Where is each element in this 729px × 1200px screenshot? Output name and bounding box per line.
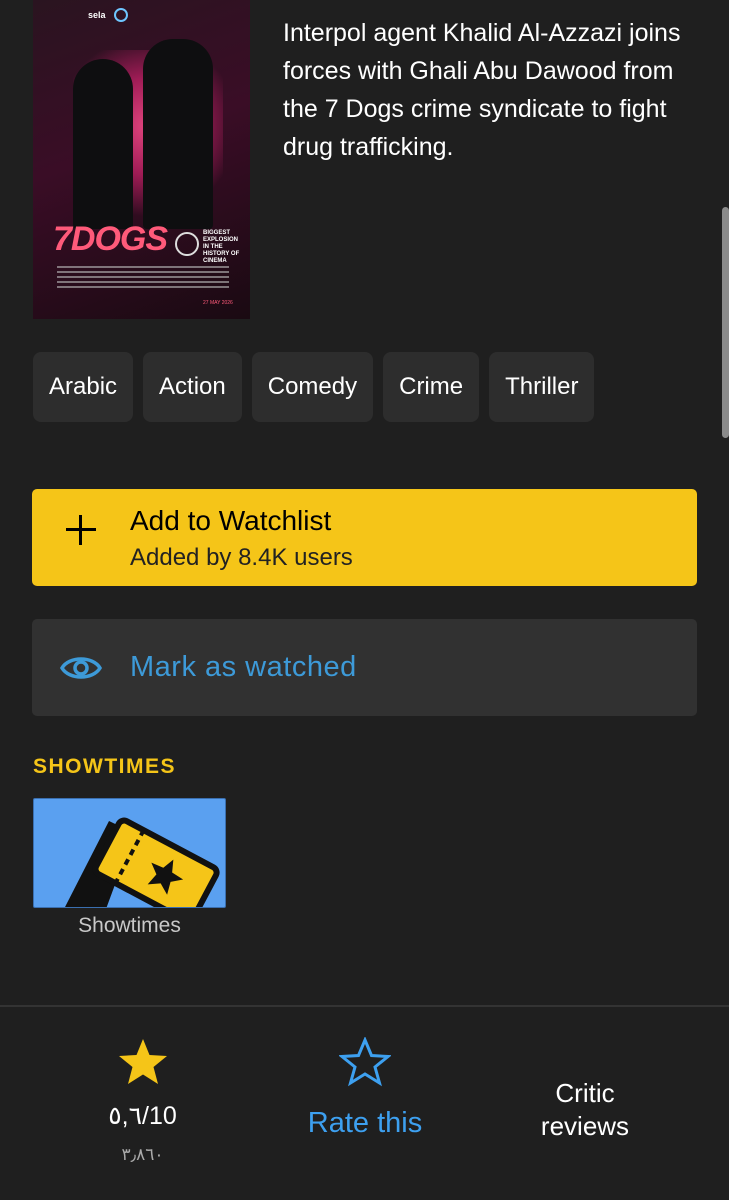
poster-tagline: BIGGEST EXPLOSION IN THE HISTORY OF CINE… xyxy=(203,230,240,264)
ticket-icon xyxy=(33,798,226,908)
poster-title-art: 7DOGS xyxy=(53,220,168,258)
poster-logo-text: sela xyxy=(88,10,106,20)
plot-summary: Interpol agent Khalid Al-Azzazi joins fo… xyxy=(283,19,681,161)
poster-credits xyxy=(57,266,229,291)
watchlist-title: Add to Watchlist xyxy=(130,505,332,536)
genre-chip-crime[interactable]: Crime xyxy=(383,352,480,422)
mark-as-watched-label: Mark as watched xyxy=(130,651,357,683)
eye-icon xyxy=(60,657,102,679)
poster-release-date: 27 MAY 2026 xyxy=(203,300,233,306)
watchlist-subtitle: Added by 8.4K users xyxy=(130,544,353,571)
critic-reviews-line2: reviews xyxy=(540,1111,630,1141)
rate-this-button[interactable]: Rate this xyxy=(290,1037,440,1140)
genre-chip-action[interactable]: Action xyxy=(143,352,242,422)
genre-chips: Arabic Action Comedy Crime Thriller xyxy=(33,352,595,422)
movie-poster[interactable]: sela 7DOGS BIGGEST EXPLOSION IN THE HIST… xyxy=(33,0,250,319)
imdb-rating[interactable]: ٥,٦/10 ٣٫٨٦٠ xyxy=(80,1037,205,1165)
showtimes-section-title: SHOWTIMES xyxy=(33,755,176,778)
star-filled-icon xyxy=(118,1039,167,1084)
genre-chip-comedy[interactable]: Comedy xyxy=(251,352,374,422)
rating-bar: ٥,٦/10 ٣٫٨٦٠ Rate this Critic reviews xyxy=(0,1007,729,1200)
plus-icon xyxy=(66,515,96,545)
critic-reviews-line1: Critic xyxy=(555,1078,615,1108)
genre-chip-arabic[interactable]: Arabic xyxy=(33,352,134,422)
scrollbar[interactable] xyxy=(722,207,729,438)
rating-value: ٥,٦/10 xyxy=(108,1102,177,1130)
mark-as-watched-button[interactable]: Mark as watched xyxy=(32,619,697,716)
poster-figure-left xyxy=(73,59,133,229)
poster-figure-right xyxy=(143,39,213,229)
rating-count: ٣٫٨٦٠ xyxy=(121,1145,164,1164)
poster-logo-circle xyxy=(113,8,128,22)
rate-this-label: Rate this xyxy=(307,1107,423,1139)
poster-logos: sela xyxy=(88,8,128,22)
poster-seal-icon xyxy=(175,232,199,256)
star-outline-icon xyxy=(339,1037,391,1087)
critic-reviews-button[interactable]: Critic reviews xyxy=(520,1077,650,1143)
showtimes-card[interactable]: Showtimes xyxy=(33,798,226,940)
showtimes-card-label: Showtimes xyxy=(78,914,181,937)
add-to-watchlist-button[interactable]: Add to Watchlist Added by 8.4K users xyxy=(32,489,697,586)
genre-chip-thriller[interactable]: Thriller xyxy=(489,352,595,422)
